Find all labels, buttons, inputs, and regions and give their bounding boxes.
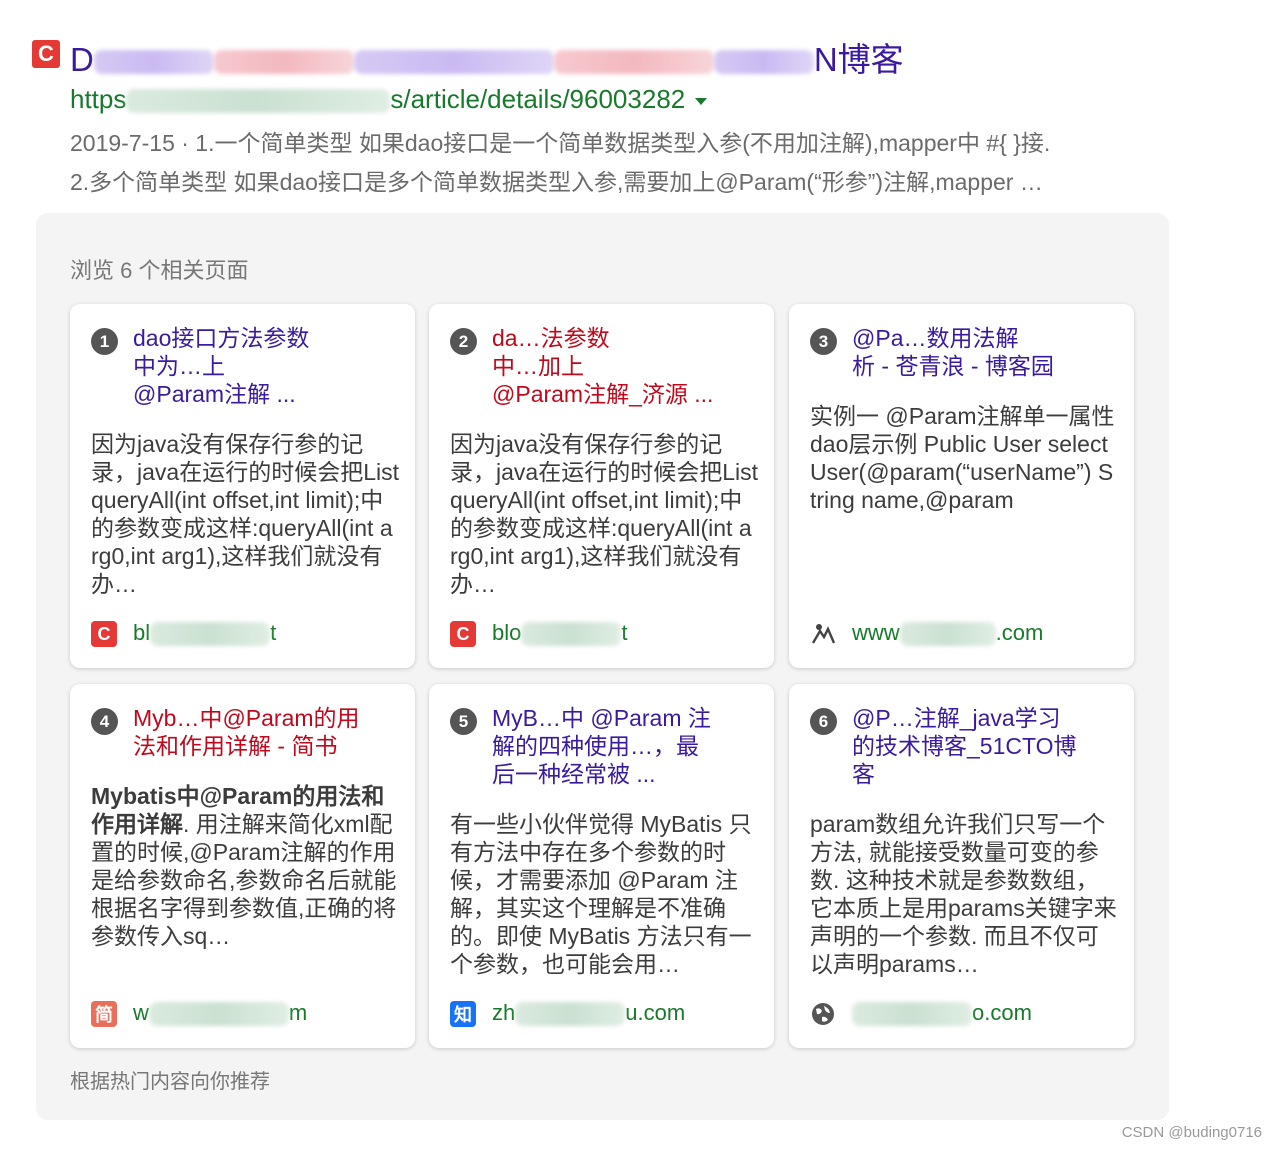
card-description: param数组允许我们只写一个方法, 就能接受数量可变的参数. 这种技术就是参数… (810, 811, 1117, 977)
card-source[interactable]: wm (133, 1000, 307, 1027)
panel-footer: 根据热门内容向你推荐 (70, 1071, 270, 1093)
card-title-link[interactable]: dao接口方法参数 中为…上 @Param注解 ... (133, 324, 398, 408)
card-number-badge: 2 (450, 328, 477, 355)
card-source[interactable]: zh u.com (492, 1000, 685, 1027)
card-number-badge: 4 (91, 708, 118, 735)
result-url-link[interactable]: https s/article/details/96003282 (70, 84, 708, 115)
related-card-1[interactable]: 1 dao接口方法参数 中为…上 @Param注解 ... 因为java没有保存… (70, 304, 415, 668)
related-pages-panel: 浏览 6 个相关页面 1 dao接口方法参数 中为…上 @Param注解 ...… (36, 213, 1169, 1120)
card-title-link[interactable]: @Pa…数用法解 析 - 苍青浪 - 博客园 (852, 324, 1117, 380)
result-snippet-line2: 2.多个简单类型 如果dao接口是多个简单数据类型入参,需要加上@Param(“… (70, 169, 1043, 195)
csdn-icon: C (450, 621, 476, 647)
related-card-6[interactable]: 6 @P…注解_java学习 的技术博客_51CTO博 客 param数组允许我… (789, 684, 1134, 1048)
card-description: 因为java没有保存行参的记录，java在运行的时候会把List queryAl… (91, 431, 399, 597)
card-number-badge: 1 (91, 328, 118, 355)
card-description: 有一些小伙伴觉得 MyBatis 只有方法中存在多个参数的时候，才需要添加 @P… (450, 811, 752, 977)
cnblogs-icon (810, 621, 836, 647)
panel-heading: 浏览 6 个相关页面 (70, 258, 249, 283)
card-description: 因为java没有保存行参的记录，java在运行的时候会把List queryAl… (450, 431, 758, 597)
caret-down-icon[interactable] (695, 97, 708, 105)
card-number-badge: 6 (810, 708, 837, 735)
card-source[interactable]: blo t (492, 620, 627, 647)
card-title-link[interactable]: da…法参数 中…加上 @Param注解_济源 ... (492, 324, 757, 408)
card-source[interactable]: bl t (133, 620, 276, 647)
zhihu-icon: 知 (450, 1001, 476, 1027)
card-title-link[interactable]: MyB…中 @Param 注 解的四种使用…，最 后一种经常被 ... (492, 704, 757, 788)
card-title-link[interactable]: Myb…中@Param的用 法和作用详解 - 简书 (133, 704, 398, 760)
jianshu-icon: 简 (91, 1001, 117, 1027)
globe-icon (810, 1001, 836, 1027)
card-title-link[interactable]: @P…注解_java学习 的技术博客_51CTO博 客 (852, 704, 1117, 788)
related-card-4[interactable]: 4 Myb…中@Param的用 法和作用详解 - 简书 Mybatis中@Par… (70, 684, 415, 1048)
card-source[interactable]: o.com (852, 1000, 1032, 1027)
card-description: 实例一 @Param注解单一属性 dao层示例 Public User sele… (810, 403, 1115, 513)
watermark: CSDN @buding0716 (1121, 1124, 1262, 1141)
csdn-logo-icon: C (32, 40, 60, 68)
card-number-badge: 5 (450, 708, 477, 735)
result-snippet-line1: 2019-7-15 · 1.一个简单类型 如果dao接口是一个简单数据类型入参(… (70, 130, 1051, 156)
result-title-link[interactable]: D N博客 (70, 33, 904, 81)
card-source[interactable]: www .com (852, 620, 1043, 647)
card-number-badge: 3 (810, 328, 837, 355)
related-card-2[interactable]: 2 da…法参数 中…加上 @Param注解_济源 ... 因为java没有保存… (429, 304, 774, 668)
related-card-3[interactable]: 3 @Pa…数用法解 析 - 苍青浪 - 博客园 实例一 @Param注解单一属… (789, 304, 1134, 668)
search-result: C D N博客 https s/article/details/96003282 2… (0, 0, 1276, 200)
related-card-5[interactable]: 5 MyB…中 @Param 注 解的四种使用…，最 后一种经常被 ... 有一… (429, 684, 774, 1048)
csdn-icon: C (91, 621, 117, 647)
card-description: Mybatis中@Param的用法和作用详解. 用注解来简化xml配置的时候,@… (91, 783, 397, 949)
